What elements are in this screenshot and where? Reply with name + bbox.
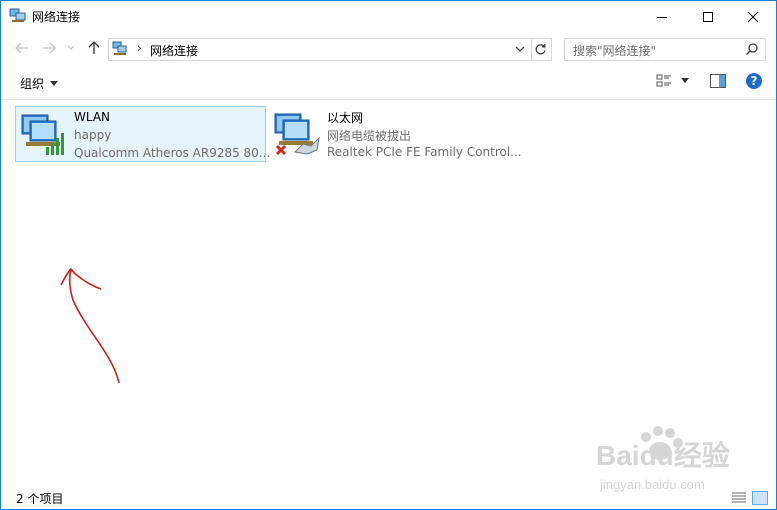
hand-drawn-arrow [60,267,120,384]
arrow-right-icon [43,42,56,54]
connection-name: 以太网 [327,111,364,125]
network-connections-icon [9,8,26,22]
explorer-window: 网络连接 › 网络连接 搜索"网络连接" 组织 ? WLAN happy Qua… [0,0,777,510]
connection-status: happy [74,128,112,142]
caret-down-icon[interactable] [680,77,690,85]
search-icon[interactable] [745,42,759,56]
forward-button[interactable] [39,39,59,57]
baidu-watermark: Baidu经验 jingyan.baidu.com [596,426,730,492]
window-title: 网络连接 [32,10,81,24]
connection-device: Realtek PCIe FE Family Control... [327,145,522,159]
help-button[interactable]: ? [746,73,762,89]
organize-label: 组织 [20,77,45,91]
arrow-up-icon [88,41,100,54]
tiles-view-button[interactable] [752,491,768,505]
item-count: 2 个项目 [16,492,64,506]
change-view-icon[interactable] [656,73,672,89]
address-bar[interactable]: › 网络连接 [108,38,532,61]
details-view-icon[interactable] [732,491,746,503]
refresh-icon [535,44,546,55]
connection-name: WLAN [74,110,111,124]
minimize-icon [657,16,667,18]
connection-device: Qualcomm Atheros AR9285 80... [74,146,271,160]
breadcrumb-separator[interactable]: › [137,41,142,55]
arrow-left-icon [15,42,28,54]
refresh-button[interactable] [530,38,552,61]
close-icon [747,11,759,22]
maximize-button[interactable] [685,1,731,32]
wifi-adapter-icon [21,114,64,155]
caret-down-icon [50,81,59,86]
chevron-down-icon [67,45,75,50]
connection-tile-ethernet[interactable]: 以太网 网络电缆被拔出 Realtek PCIe FE Family Contr… [269,106,529,160]
navigation-bar: › 网络连接 搜索"网络连接" [1,32,776,64]
preview-pane-icon[interactable] [710,74,726,88]
up-button[interactable] [84,39,104,57]
connection-status: 网络电缆被拔出 [327,129,412,143]
command-bar: 组织 ? [1,64,776,100]
close-button[interactable] [730,1,776,32]
network-connections-icon [112,41,127,55]
ethernet-adapter-icon [274,113,320,156]
search-input[interactable]: 搜索"网络连接" [564,38,766,61]
title-bar[interactable]: 网络连接 [1,1,776,32]
maximize-icon [703,11,713,22]
organize-button[interactable]: 组织 [20,75,59,92]
recent-locations-button[interactable] [64,39,78,57]
watermark-brand: Baidu经验 [596,439,730,471]
status-bar: 2 个项目 [1,486,776,509]
chevron-down-icon[interactable] [513,42,527,56]
search-placeholder: 搜索"网络连接" [573,44,657,58]
minimize-button[interactable] [639,1,685,32]
back-button[interactable] [12,39,32,57]
connection-tile-wlan[interactable]: WLAN happy Qualcomm Atheros AR9285 80... [15,106,270,162]
breadcrumb-current[interactable]: 网络连接 [150,42,198,59]
